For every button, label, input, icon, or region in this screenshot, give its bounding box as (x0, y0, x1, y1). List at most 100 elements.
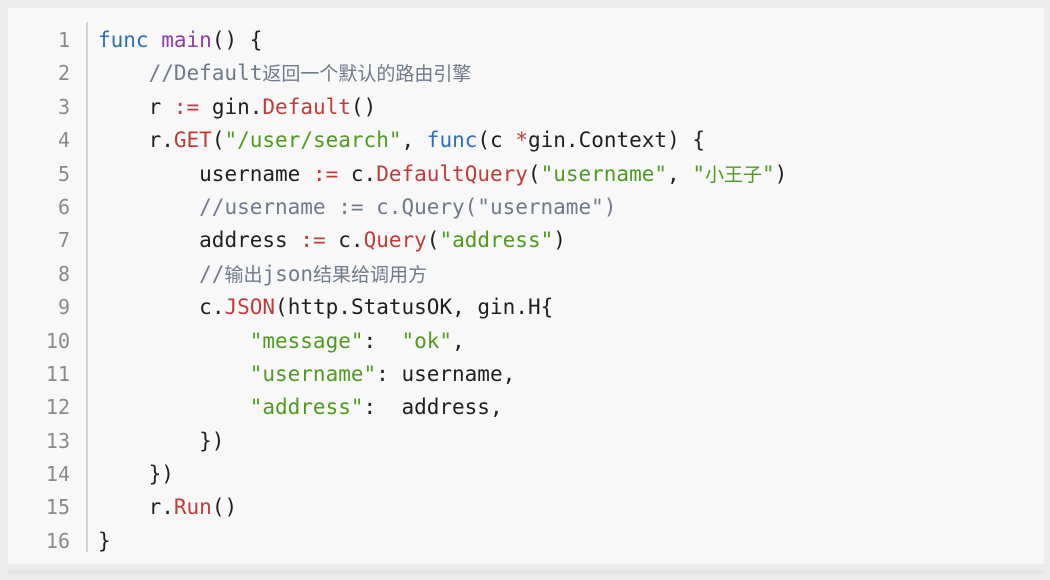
line-number: 10 (45, 328, 70, 353)
code-line[interactable]: //输出json结果给调用方 (98, 258, 1034, 291)
code-token-method: Run (173, 495, 212, 520)
code-token-comment: //username := c.Query("username") (199, 194, 617, 219)
code-editor-panel[interactable]: 1 2 3 4 5 6 7 8 9 10 11 12 13 14 15 16 func main() { //… (8, 8, 1044, 564)
code-line[interactable]: //username := c.Query("username") (98, 191, 1034, 224)
code-token-string: "/user/search" (224, 128, 402, 153)
code-token-punct: } (98, 528, 111, 553)
horizontal-scrollbar[interactable] (8, 570, 1044, 574)
code-line[interactable]: c.JSON(http.StatusOK, gin.H{ (98, 291, 1034, 324)
code-token-punct: ( (426, 228, 440, 253)
line-number: 5 (57, 161, 70, 186)
code-line[interactable]: r.Run() (98, 491, 1034, 524)
code-token-ident: username (401, 361, 503, 386)
code-token-ident: http (287, 295, 339, 320)
code-line[interactable]: r := gin.Default() (98, 91, 1034, 124)
code-line[interactable]: }) (98, 458, 1034, 491)
code-token-keyword: func (426, 128, 478, 153)
code-token-comment-cjk: 结果给调用方 (313, 263, 428, 286)
code-token-ident: c (199, 295, 212, 320)
code-token-type: H (527, 295, 541, 320)
line-number: 4 (57, 128, 70, 153)
code-token-comment: json (262, 261, 314, 286)
code-line[interactable]: "message": "ok", (98, 325, 1034, 358)
code-token-type: Context (578, 128, 668, 153)
code-token-string: "username" (249, 361, 377, 386)
code-token-string-cjk: 小王子 (704, 163, 762, 186)
code-token-punct: : (363, 395, 402, 420)
code-line[interactable]: } (98, 525, 1034, 558)
code-token-method: DefaultQuery (376, 161, 528, 186)
code-token-func-def: main (161, 28, 212, 52)
code-token-punct: ) { (667, 128, 706, 153)
code-token-operator: * (515, 128, 528, 153)
code-token-punct: () { (211, 28, 263, 52)
code-token-string: "username" (540, 161, 668, 186)
code-token-ident: username (199, 161, 313, 186)
code-line[interactable]: "username": username, (98, 358, 1034, 391)
code-line[interactable]: username := c.DefaultQuery("username", "… (98, 158, 1034, 191)
code-token-type: StatusOK (350, 295, 453, 320)
code-token-punct: ( (275, 295, 288, 320)
code-token-comment: //Default (148, 61, 263, 86)
code-token-punct: () (211, 495, 238, 520)
code-token-punct: . (211, 295, 225, 320)
code-token-punct: ) (553, 228, 566, 253)
code-token-method: Query (363, 228, 427, 253)
code-token-punct: , (489, 395, 503, 420)
code-token-method: GET (173, 128, 212, 153)
code-token-ident: gin (477, 295, 516, 320)
code-line[interactable]: }) (98, 425, 1034, 458)
line-number-gutter: 1 2 3 4 5 6 7 8 9 10 11 12 13 14 15 16 (8, 24, 80, 558)
line-number: 1 (57, 28, 70, 52)
code-token-method: Default (262, 94, 351, 119)
code-token-ident: address (199, 228, 301, 253)
code-token-punct: , (667, 161, 693, 186)
code-token-punct: , (502, 361, 516, 386)
line-number: 14 (45, 462, 70, 487)
code-token-string: "message" (249, 328, 364, 353)
line-number: 8 (57, 261, 70, 286)
code-token-punct: { (540, 295, 554, 320)
code-token-string: "ok" (401, 328, 453, 353)
line-number: 13 (45, 428, 70, 453)
code-area[interactable]: func main() { //Default返回一个默认的路由引擎 r := … (98, 24, 1034, 558)
code-token-punct: , (452, 328, 465, 353)
code-line[interactable]: address := c.Query("address") (98, 224, 1034, 257)
code-token-punct: . (515, 295, 528, 320)
code-token-ident: r (148, 495, 162, 520)
code-token-comment-cjk: 输出 (224, 263, 263, 286)
code-token-operator: := (173, 94, 200, 119)
code-token-punct: . (338, 295, 351, 320)
code-token-punct: , (452, 295, 478, 320)
line-number: 6 (57, 194, 70, 219)
code-token-punct: : (363, 328, 402, 353)
gutter-divider (86, 22, 88, 552)
code-token-ident: c (325, 228, 351, 253)
window-frame: 1 2 3 4 5 6 7 8 9 10 11 12 13 14 15 16 func main() { //… (0, 0, 1050, 580)
code-line[interactable]: "address": address, (98, 391, 1034, 424)
code-token-ident: r (148, 94, 174, 119)
line-number: 9 (57, 295, 70, 320)
code-token-punct: }) (199, 428, 225, 453)
code-token-punct: . (565, 128, 579, 153)
code-token-operator: := (300, 228, 326, 253)
code-token-method: JSON (224, 295, 276, 320)
code-line[interactable]: //Default返回一个默认的路由引擎 (98, 57, 1034, 90)
line-number: 11 (45, 361, 70, 386)
code-line[interactable]: func main() { (98, 24, 1034, 57)
code-token-ident: gin (199, 94, 250, 119)
code-line[interactable]: r.GET("/user/search", func(c *gin.Contex… (98, 124, 1034, 157)
code-token-string: " (692, 161, 705, 186)
code-token-punct: . (161, 495, 174, 520)
code-token-punct (149, 28, 162, 52)
